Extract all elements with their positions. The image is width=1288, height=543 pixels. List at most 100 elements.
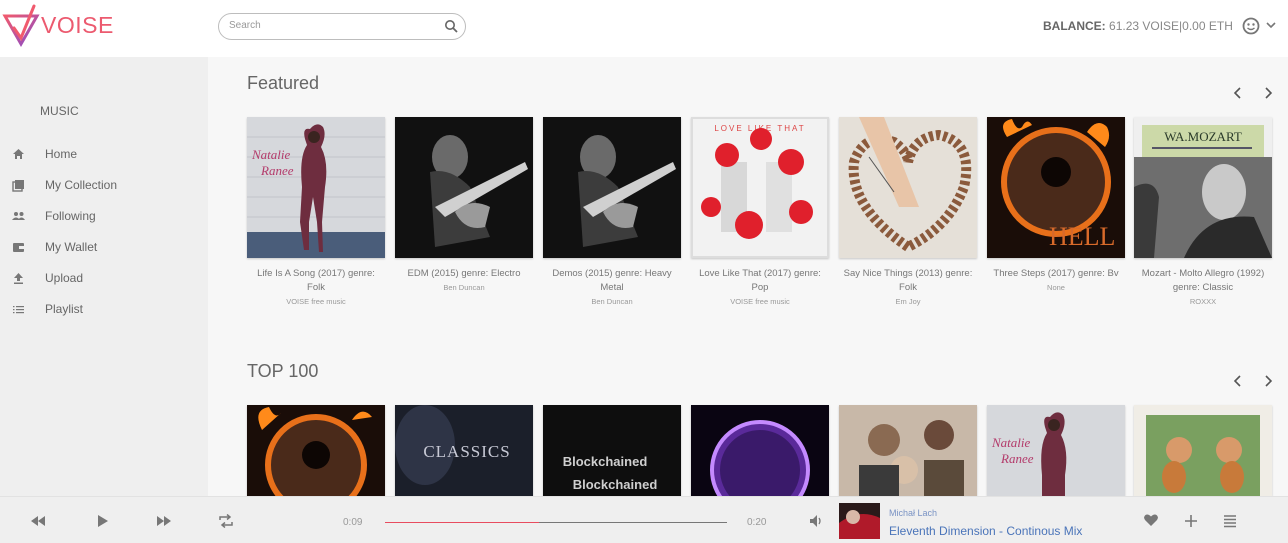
collection-icon — [12, 180, 24, 192]
album-title[interactable]: Mozart - Molto Allegro (1992) genre: Cla… — [1134, 267, 1272, 295]
album-title[interactable]: Demos (2015) genre: Heavy Metal — [543, 267, 681, 295]
album-cover[interactable]: Natalie Ranee — [247, 117, 385, 258]
album-cover[interactable] — [839, 117, 977, 258]
album-card[interactable] — [247, 405, 385, 496]
logo-text[interactable]: VOISE — [41, 12, 114, 39]
featured-title: Featured — [247, 73, 320, 93]
queue-icon[interactable] — [1222, 514, 1238, 528]
upload-icon — [14, 273, 23, 284]
album-cover[interactable]: WA.MOZART — [1134, 117, 1272, 258]
album-title[interactable]: Love Like That (2017) genre: Pop — [691, 267, 829, 295]
rewind-icon[interactable] — [30, 514, 46, 528]
sidebar-heading: MUSIC — [40, 104, 79, 118]
album-title[interactable]: EDM (2015) genre: Electro — [395, 267, 533, 281]
cover-text: Blockchained — [573, 477, 658, 492]
now-playing-artist[interactable]: Michał Lach — [889, 508, 937, 518]
player-bar: 0:09 0:20 Michał Lach Eleventh Dimension… — [0, 496, 1288, 543]
current-time: 0:09 — [343, 517, 363, 528]
album-cover[interactable]: HELL — [987, 117, 1125, 258]
voise-logo-icon[interactable] — [2, 4, 40, 48]
cover-text: Natalie — [251, 147, 291, 162]
cover-text: Blockchained — [563, 454, 648, 469]
album-card[interactable] — [839, 405, 977, 496]
repeat-icon[interactable] — [218, 514, 234, 528]
album-cover[interactable] — [543, 117, 681, 258]
sidebar-item-label: Home — [45, 147, 78, 161]
album-card[interactable]: Demos (2015) genre: Heavy Metal Ben Dunc… — [543, 117, 681, 306]
album-card[interactable]: Natalie Ranee Life Is A Song (2017) genr… — [247, 117, 385, 306]
album-card[interactable]: CLASSICS — [395, 405, 533, 496]
album-cover[interactable] — [247, 405, 385, 496]
album-artist[interactable]: None — [987, 283, 1125, 292]
album-cover[interactable] — [839, 405, 977, 496]
list-icon — [13, 306, 24, 314]
album-artist[interactable]: VOISE free music — [247, 297, 385, 306]
top100-next-icon[interactable] — [1261, 374, 1275, 388]
album-artist[interactable]: Em Joy — [839, 297, 977, 306]
cover-text: WA.MOZART — [1164, 129, 1242, 144]
album-title[interactable]: Say Nice Things (2013) genre: Folk — [839, 267, 977, 295]
volume-icon[interactable] — [808, 514, 824, 528]
album-artist[interactable]: VOISE free music — [691, 297, 829, 306]
total-time: 0:20 — [747, 517, 767, 528]
album-card[interactable] — [1134, 405, 1272, 496]
wallet-icon — [13, 243, 24, 252]
cover-text: Ranee — [1000, 451, 1034, 466]
album-artist[interactable]: ROXXX — [1134, 297, 1272, 306]
album-card[interactable]: EDM (2015) genre: Electro Ben Duncan — [395, 117, 533, 292]
featured-prev-icon[interactable] — [1231, 86, 1245, 100]
album-title[interactable]: Life Is A Song (2017) genre: Folk — [247, 267, 385, 295]
top-bar: VOISE BALANCE: 61.23 VOISE|0.00 ETH — [0, 0, 1288, 57]
now-playing-cover[interactable] — [839, 503, 880, 539]
sidebar-item-label: Following — [45, 209, 96, 223]
chevron-down-icon[interactable] — [1265, 19, 1277, 31]
album-card[interactable]: Say Nice Things (2013) genre: Folk Em Jo… — [839, 117, 977, 306]
play-icon[interactable] — [95, 514, 111, 528]
cover-text: CLASSICS — [423, 442, 510, 461]
sidebar-item-label: My Wallet — [45, 240, 98, 254]
progress-fill — [385, 522, 539, 523]
featured-next-icon[interactable] — [1261, 86, 1275, 100]
album-card[interactable]: WA.MOZART Mozart - Molto Allegro (1992) … — [1134, 117, 1272, 306]
sidebar-item-label: My Collection — [45, 178, 118, 192]
add-icon[interactable] — [1183, 514, 1199, 528]
album-card[interactable]: HELL Three Steps (2017) genre: Bv None — [987, 117, 1125, 292]
sidebar-item-following[interactable]: Following — [0, 205, 208, 229]
album-cover[interactable]: CLASSICS — [395, 405, 533, 496]
search-icon[interactable] — [444, 19, 458, 33]
album-card[interactable]: LOVE LIKE THAT Love Like That (2017) gen… — [691, 117, 829, 306]
search-input[interactable] — [229, 20, 429, 31]
top100-prev-icon[interactable] — [1231, 374, 1245, 388]
cover-text: Ranee — [260, 163, 294, 178]
album-card[interactable]: Natalie Ranee — [987, 405, 1125, 496]
sidebar-item-playlist[interactable]: Playlist — [0, 298, 208, 322]
sidebar-item-collection[interactable]: My Collection — [0, 174, 208, 198]
balance-value: 61.23 VOISE|0.00 ETH — [1109, 19, 1233, 33]
cover-text: HELL — [1049, 222, 1115, 251]
album-artist[interactable]: Ben Duncan — [395, 283, 533, 292]
top100-title: TOP 100 — [247, 361, 319, 381]
sidebar-item-wallet[interactable]: My Wallet — [0, 236, 208, 260]
sidebar-item-label: Upload — [45, 271, 84, 285]
heart-icon[interactable] — [1143, 513, 1159, 527]
album-cover[interactable]: Blockchained Blockchained — [543, 405, 681, 496]
album-artist[interactable]: Ben Duncan — [543, 297, 681, 306]
album-card[interactable] — [691, 405, 829, 496]
album-cover[interactable]: LOVE LIKE THAT — [691, 117, 829, 258]
album-card[interactable]: Blockchained Blockchained — [543, 405, 681, 496]
album-cover[interactable] — [1134, 405, 1272, 496]
album-cover[interactable]: Natalie Ranee — [987, 405, 1125, 496]
album-cover[interactable] — [691, 405, 829, 496]
fast-forward-icon[interactable] — [156, 514, 172, 528]
sidebar-item-home[interactable]: Home — [0, 143, 208, 167]
album-cover[interactable] — [395, 117, 533, 258]
user-avatar-icon[interactable] — [1242, 17, 1260, 35]
balance-label: BALANCE: — [1043, 19, 1106, 33]
album-title[interactable]: Three Steps (2017) genre: Bv — [987, 267, 1125, 281]
sidebar-item-upload[interactable]: Upload — [0, 267, 208, 291]
now-playing-title[interactable]: Eleventh Dimension - Continous Mix — [889, 524, 1082, 538]
sidebar: MUSIC Home My Collection Following My Wa… — [0, 57, 208, 496]
search-box[interactable] — [218, 13, 466, 40]
progress-bar[interactable] — [385, 522, 727, 523]
cover-text: Natalie — [991, 435, 1031, 450]
